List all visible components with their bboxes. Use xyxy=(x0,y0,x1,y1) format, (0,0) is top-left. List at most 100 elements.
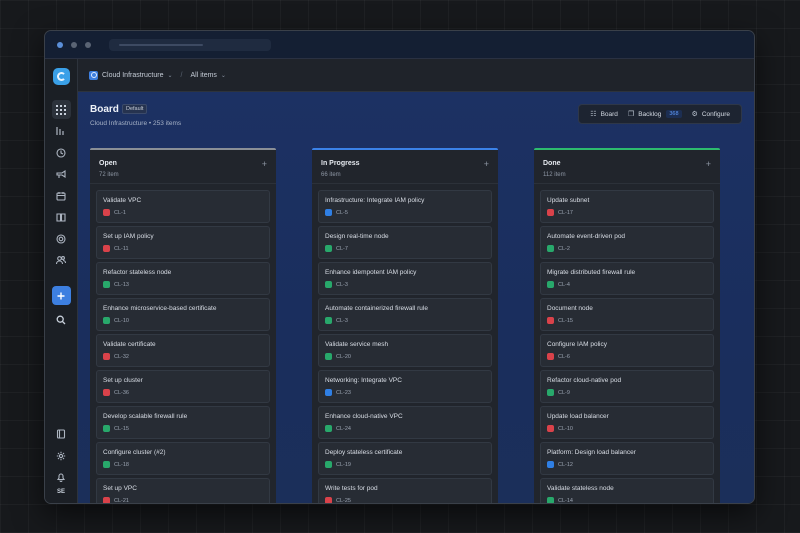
add-icon[interactable] xyxy=(51,286,71,305)
story-type-icon xyxy=(325,461,332,468)
lifebuoy-icon[interactable] xyxy=(52,229,71,248)
chart-icon[interactable] xyxy=(52,122,71,141)
work-item-card[interactable]: Deploy stateless certificate CL-19 xyxy=(318,442,492,475)
work-item-card[interactable]: Write tests for pod CL-25 xyxy=(318,478,492,503)
work-item-card[interactable]: Document node CL-15 xyxy=(540,298,714,331)
bug-type-icon xyxy=(103,497,110,503)
work-item-card[interactable]: Design real-time node CL-7 xyxy=(318,226,492,259)
card-id: CL-32 xyxy=(114,353,129,360)
column-title: In Progress xyxy=(321,160,360,167)
user-avatar[interactable]: SE xyxy=(57,489,65,495)
grid-icon[interactable] xyxy=(51,100,71,119)
add-card-icon[interactable]: + xyxy=(262,159,267,169)
card-id: CL-20 xyxy=(336,353,351,360)
work-item-card[interactable]: Validate service mesh CL-20 xyxy=(318,334,492,367)
card-title: Automate containerized firewall rule xyxy=(325,305,428,312)
card-list: Validate VPC CL-1 Set up IAM policy CL-11 Re… xyxy=(96,190,270,503)
work-item-card[interactable]: Infrastructure: Integrate IAM policy CL-5 xyxy=(318,190,492,223)
work-item-card[interactable]: Validate stateless node CL-14 xyxy=(540,478,714,503)
work-item-card[interactable]: Set up cluster CL-36 xyxy=(96,370,270,403)
clock-icon[interactable] xyxy=(52,143,71,162)
card-id: CL-17 xyxy=(558,209,573,216)
work-item-card[interactable]: Refactor stateless node CL-13 xyxy=(96,262,270,295)
work-item-card[interactable]: Develop scalable firewall rule CL-15 xyxy=(96,406,270,439)
story-type-icon xyxy=(547,245,554,252)
card-id: CL-15 xyxy=(114,425,129,432)
work-item-card[interactable]: Automate containerized firewall rule CL-3 xyxy=(318,298,492,331)
search-icon[interactable] xyxy=(52,310,71,329)
work-item-card[interactable]: Update subnet CL-17 xyxy=(540,190,714,223)
card-title: Configure IAM policy xyxy=(547,341,607,348)
card-title: Platform: Design load balancer xyxy=(547,449,636,456)
bug-type-icon xyxy=(103,353,110,360)
work-item-card[interactable]: Automate event-driven pod CL-2 xyxy=(540,226,714,259)
story-type-icon xyxy=(325,425,332,432)
work-item-card[interactable]: Networking: Integrate VPC CL-23 xyxy=(318,370,492,403)
work-item-card[interactable]: Validate VPC CL-1 xyxy=(96,190,270,223)
work-item-card[interactable]: Update load balancer CL-10 xyxy=(540,406,714,439)
story-type-icon xyxy=(103,281,110,288)
work-item-card[interactable]: Validate certificate CL-32 xyxy=(96,334,270,367)
work-item-card[interactable]: Enhance microservice-based certificate CL… xyxy=(96,298,270,331)
card-id: CL-14 xyxy=(558,497,573,504)
card-title: Set up VPC xyxy=(103,485,137,492)
bell-icon[interactable] xyxy=(52,468,71,487)
work-item-card[interactable]: Enhance cloud-native VPC CL-24 xyxy=(318,406,492,439)
work-item-card[interactable]: Configure cluster (#2) CL-18 xyxy=(96,442,270,475)
gear-icon[interactable] xyxy=(52,446,71,465)
column-header: In Progress 66 item + xyxy=(312,150,498,184)
card-id: CL-10 xyxy=(114,317,129,324)
app-logo[interactable] xyxy=(52,68,70,85)
board-columns: Open 72 item + Validate VPC CL-1 Set up IAM p… xyxy=(90,148,754,503)
story-type-icon xyxy=(103,425,110,432)
window-control-dot[interactable] xyxy=(85,41,91,48)
column-count: 112 item xyxy=(543,172,566,178)
users-icon[interactable] xyxy=(52,251,71,270)
breadcrumb-view[interactable]: All items xyxy=(190,72,216,79)
card-title: Validate stateless node xyxy=(547,485,614,492)
project-icon xyxy=(89,70,98,80)
chevron-down-icon[interactable]: ⌄ xyxy=(167,72,172,79)
work-item-card[interactable]: Set up IAM policy CL-11 xyxy=(96,226,270,259)
window-control-dot[interactable] xyxy=(71,41,77,48)
card-list: Infrastructure: Integrate IAM policy CL-5… xyxy=(318,190,492,503)
card-title: Configure cluster (#2) xyxy=(103,449,166,456)
default-badge: Default xyxy=(122,104,148,114)
bug-type-icon xyxy=(547,425,554,432)
card-id: CL-6 xyxy=(558,353,570,360)
card-title: Design real-time node xyxy=(325,233,389,240)
calendar-icon[interactable] xyxy=(52,186,71,205)
work-item-card[interactable]: Enhance idempotent IAM policy CL-3 xyxy=(318,262,492,295)
card-id: CL-7 xyxy=(336,245,348,252)
work-item-card[interactable]: Migrate distributed firewall rule CL-4 xyxy=(540,262,714,295)
work-item-card[interactable]: Configure IAM policy CL-6 xyxy=(540,334,714,367)
card-id: CL-18 xyxy=(114,461,129,468)
add-card-icon[interactable]: + xyxy=(706,159,711,169)
window-control-dot[interactable] xyxy=(57,41,63,48)
card-id: CL-13 xyxy=(114,281,129,288)
story-type-icon xyxy=(325,317,332,324)
card-id: CL-4 xyxy=(558,281,570,288)
configure-button[interactable]: ⚙ Configure xyxy=(692,110,730,119)
breadcrumb: Cloud Infrastructure ⌄ / All items ⌄ xyxy=(78,59,754,92)
card-id: CL-3 xyxy=(336,317,348,324)
book-icon[interactable] xyxy=(52,208,71,227)
breadcrumb-project[interactable]: Cloud Infrastructure xyxy=(102,72,163,79)
work-item-card[interactable]: Platform: Design load balancer CL-12 xyxy=(540,442,714,475)
add-card-icon[interactable]: + xyxy=(484,159,489,169)
card-title: Develop scalable firewall rule xyxy=(103,413,188,420)
backlog-button[interactable]: ❐ Backlog 368 xyxy=(628,110,682,118)
story-type-icon xyxy=(547,281,554,288)
card-title: Refactor stateless node xyxy=(103,269,172,276)
work-item-card[interactable]: Set up VPC CL-21 xyxy=(96,478,270,503)
board-view-button[interactable]: ☷ Board xyxy=(590,110,618,119)
chevron-down-icon[interactable]: ⌄ xyxy=(221,72,226,79)
board-icon: ☷ xyxy=(590,111,597,118)
board-view-label: Board xyxy=(600,110,618,118)
document-icon[interactable] xyxy=(52,425,71,444)
card-title: Update load balancer xyxy=(547,413,609,420)
megaphone-icon[interactable] xyxy=(52,165,71,184)
column-count: 72 item xyxy=(99,172,119,178)
address-bar[interactable] xyxy=(109,38,271,51)
work-item-card[interactable]: Refactor cloud-native pod CL-9 xyxy=(540,370,714,403)
